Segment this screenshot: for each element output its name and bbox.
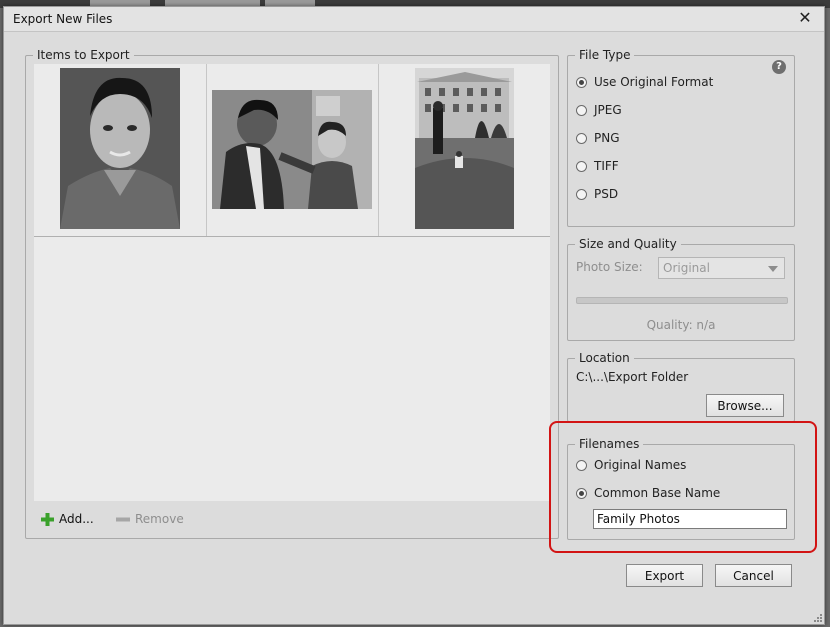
photo-size-value: Original xyxy=(663,261,710,275)
radio-icon xyxy=(576,132,587,144)
photo-building-lawn-figures xyxy=(415,68,514,229)
radio-icon xyxy=(576,188,587,200)
radio-png[interactable]: PNG xyxy=(576,130,620,146)
radio-icon xyxy=(576,76,587,88)
close-icon[interactable]: ✕ xyxy=(796,9,814,27)
quality-readout: Quality: n/a xyxy=(646,318,716,332)
photo-portrait-young-man xyxy=(60,68,180,229)
file-type-legend: File Type xyxy=(575,48,635,62)
radio-use-original-format[interactable]: Use Original Format xyxy=(576,74,713,90)
thumbnail-cell[interactable] xyxy=(207,64,379,236)
radio-label: PSD xyxy=(594,187,619,201)
add-label: Add... xyxy=(59,512,94,526)
size-and-quality-legend: Size and Quality xyxy=(575,237,681,251)
location-legend: Location xyxy=(575,351,634,365)
browse-button[interactable]: Browse... xyxy=(706,394,784,417)
chevron-down-icon xyxy=(768,266,778,272)
radio-jpeg[interactable]: JPEG xyxy=(576,102,622,118)
radio-label: JPEG xyxy=(594,103,622,117)
resize-grip-icon[interactable] xyxy=(812,612,822,622)
remove-label: Remove xyxy=(135,512,184,526)
size-and-quality-group: Size and Quality Photo Size: Original Qu… xyxy=(567,237,795,341)
filenames-highlight-annotation xyxy=(549,421,817,553)
radio-psd[interactable]: PSD xyxy=(576,186,618,202)
radio-icon xyxy=(576,160,587,172)
location-path: C:\...\Export Folder xyxy=(576,370,689,384)
radio-tiff[interactable]: TIFF xyxy=(576,158,619,174)
radio-label: PNG xyxy=(594,131,620,145)
thumbnail-cell[interactable] xyxy=(379,64,550,236)
dialog-titlebar: Export New Files ✕ xyxy=(4,7,824,32)
cancel-button[interactable]: Cancel xyxy=(715,564,792,587)
minus-icon xyxy=(116,517,130,521)
radio-label: TIFF xyxy=(594,159,619,173)
help-icon[interactable]: ? xyxy=(772,60,786,74)
export-new-files-dialog: Export New Files ✕ Items to Export Add..… xyxy=(3,6,825,625)
items-to-export-legend: Items to Export xyxy=(33,48,134,62)
remove-button[interactable]: Remove xyxy=(116,512,184,526)
add-button[interactable]: Add... xyxy=(41,512,94,526)
thumbnail-cell[interactable] xyxy=(34,64,207,236)
export-button[interactable]: Export xyxy=(626,564,703,587)
photo-man-and-boy xyxy=(212,90,372,209)
items-to-export-group: Items to Export Add... Remove xyxy=(25,48,559,539)
thumbnail-row-divider xyxy=(34,236,550,237)
radio-label: Use Original Format xyxy=(594,75,714,89)
file-type-group: File Type ? Use Original Format JPEG PNG… xyxy=(567,48,795,227)
location-group: Location C:\...\Export Folder Browse... xyxy=(567,351,795,422)
photo-size-label: Photo Size: xyxy=(576,260,643,274)
photo-size-select[interactable]: Original xyxy=(658,257,785,279)
dialog-title: Export New Files xyxy=(13,12,113,26)
items-list[interactable] xyxy=(34,64,550,501)
plus-icon xyxy=(41,512,54,526)
radio-icon xyxy=(576,104,587,116)
quality-slider[interactable] xyxy=(576,297,788,304)
